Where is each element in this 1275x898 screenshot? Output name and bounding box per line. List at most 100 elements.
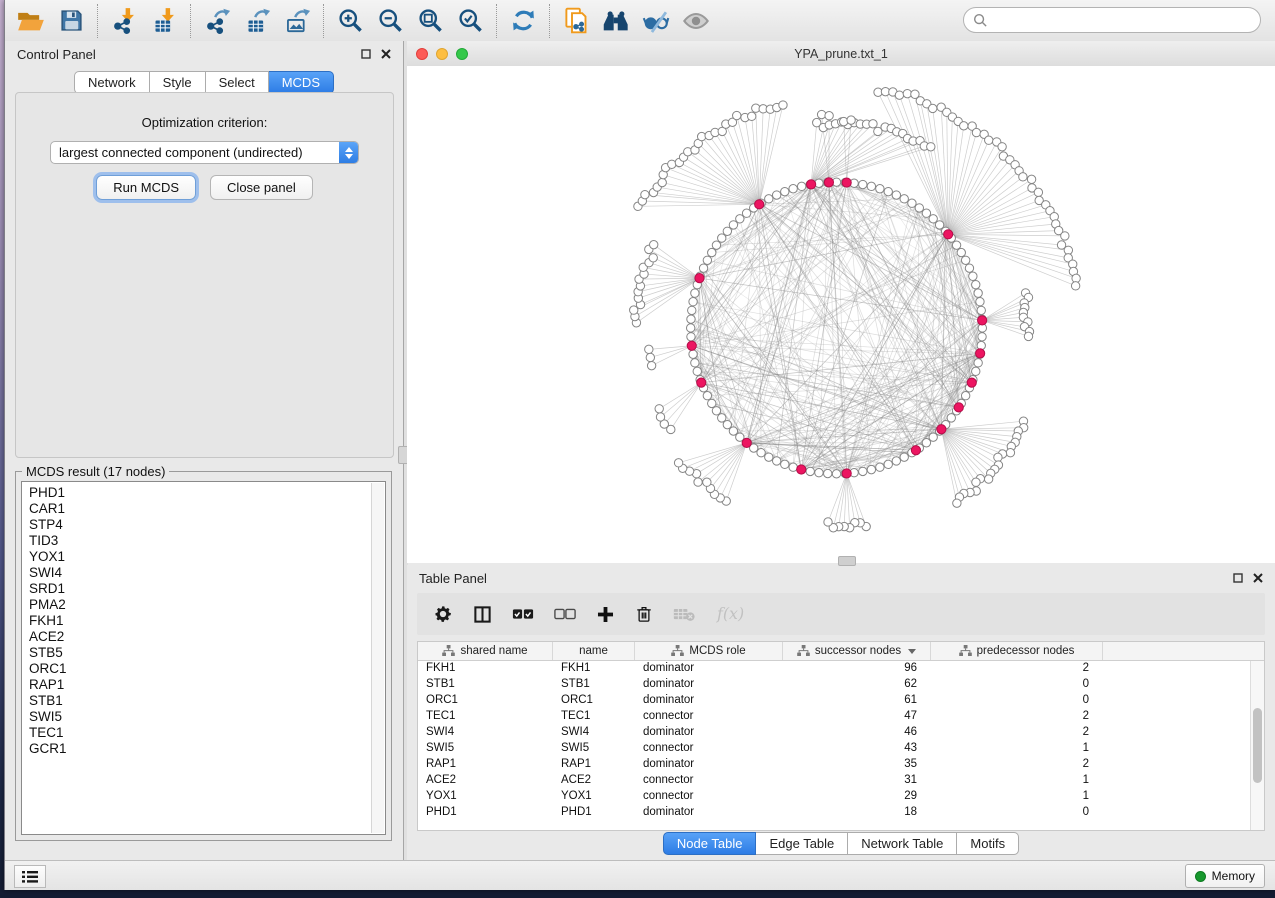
show-hide-panels-icon[interactable] bbox=[639, 5, 673, 37]
graph-hub-node[interactable] bbox=[954, 403, 963, 412]
graph-node[interactable] bbox=[892, 457, 900, 465]
tab-mcds[interactable]: MCDS bbox=[269, 71, 334, 94]
graph-leaf-node[interactable] bbox=[733, 111, 741, 119]
graph-node[interactable] bbox=[789, 185, 797, 193]
graph-node[interactable] bbox=[876, 463, 884, 471]
graph-leaf-node[interactable] bbox=[641, 190, 649, 198]
graph-node[interactable] bbox=[892, 191, 900, 199]
float-panel-icon[interactable] bbox=[1233, 573, 1243, 583]
export-table-icon[interactable] bbox=[240, 5, 274, 37]
close-panel-button[interactable]: Close panel bbox=[210, 175, 313, 200]
graph-leaf-node[interactable] bbox=[779, 101, 787, 109]
graph-node[interactable] bbox=[772, 457, 780, 465]
export-image-icon[interactable] bbox=[280, 5, 314, 37]
graph-node[interactable] bbox=[976, 298, 984, 306]
graph-leaf-node[interactable] bbox=[1061, 232, 1069, 240]
graph-node[interactable] bbox=[687, 315, 695, 323]
graph-node[interactable] bbox=[718, 414, 726, 422]
mcds-result-item[interactable]: RAP1 bbox=[29, 677, 385, 693]
search-input[interactable] bbox=[994, 12, 1251, 29]
tab-node-table[interactable]: Node Table bbox=[663, 832, 757, 855]
graph-node[interactable] bbox=[859, 467, 867, 475]
graph-leaf-node[interactable] bbox=[817, 110, 825, 118]
graph-node[interactable] bbox=[832, 470, 840, 478]
mcds-result-item[interactable]: FKH1 bbox=[29, 613, 385, 629]
graph-node[interactable] bbox=[900, 453, 908, 461]
graph-hub-node[interactable] bbox=[687, 341, 696, 350]
graph-node[interactable] bbox=[781, 460, 789, 468]
graph-leaf-node[interactable] bbox=[985, 136, 993, 144]
search-box[interactable] bbox=[963, 7, 1261, 33]
mcds-result-item[interactable]: STB1 bbox=[29, 693, 385, 709]
task-history-button[interactable] bbox=[14, 865, 46, 888]
graph-node[interactable] bbox=[965, 264, 973, 272]
graph-leaf-node[interactable] bbox=[994, 453, 1002, 461]
graph-node[interactable] bbox=[974, 289, 982, 297]
graph-node[interactable] bbox=[961, 256, 969, 264]
graph-leaf-node[interactable] bbox=[646, 353, 654, 361]
float-panel-icon[interactable] bbox=[361, 49, 371, 59]
table-row[interactable]: ACE2ACE2connector311 bbox=[418, 773, 1264, 789]
close-panel-icon[interactable] bbox=[381, 49, 391, 59]
graph-leaf-node[interactable] bbox=[668, 160, 676, 168]
table-row[interactable]: ORC1ORC1dominator610 bbox=[418, 693, 1264, 709]
graph-node[interactable] bbox=[806, 467, 814, 475]
graph-node[interactable] bbox=[686, 324, 694, 332]
mcds-result-item[interactable]: STP4 bbox=[29, 517, 385, 533]
graph-leaf-node[interactable] bbox=[1024, 332, 1032, 340]
graph-leaf-node[interactable] bbox=[655, 405, 663, 413]
table-row[interactable]: SWI5SWI5connector431 bbox=[418, 741, 1264, 757]
mcds-result-item[interactable]: CAR1 bbox=[29, 501, 385, 517]
graph-leaf-node[interactable] bbox=[984, 475, 992, 483]
add-column-icon[interactable] bbox=[596, 605, 615, 624]
search-network-icon[interactable] bbox=[599, 5, 633, 37]
graph-node[interactable] bbox=[691, 359, 699, 367]
graph-leaf-node[interactable] bbox=[847, 116, 855, 124]
graph-leaf-node[interactable] bbox=[927, 143, 935, 151]
refresh-layout-icon[interactable] bbox=[506, 5, 540, 37]
graph-node[interactable] bbox=[908, 199, 916, 207]
graph-node[interactable] bbox=[765, 195, 773, 203]
graph-leaf-node[interactable] bbox=[1071, 282, 1079, 290]
graph-leaf-node[interactable] bbox=[694, 478, 702, 486]
table-scrollbar-thumb[interactable] bbox=[1253, 708, 1262, 782]
mcds-result-item[interactable]: PMA2 bbox=[29, 597, 385, 613]
graph-node[interactable] bbox=[689, 298, 697, 306]
graph-leaf-node[interactable] bbox=[960, 122, 968, 130]
graph-node[interactable] bbox=[978, 333, 986, 341]
column-header-name[interactable]: name bbox=[553, 642, 635, 660]
close-panel-icon[interactable] bbox=[1253, 573, 1263, 583]
graph-leaf-node[interactable] bbox=[645, 345, 653, 353]
graph-node[interactable] bbox=[922, 439, 930, 447]
mcds-result-item[interactable]: PHD1 bbox=[29, 485, 385, 501]
graph-leaf-node[interactable] bbox=[649, 254, 657, 262]
graph-leaf-node[interactable] bbox=[972, 478, 980, 486]
mcds-result-item[interactable]: SWI4 bbox=[29, 565, 385, 581]
table-row[interactable]: PHD1PHD1dominator180 bbox=[418, 805, 1264, 821]
table-row[interactable]: STB1STB1dominator620 bbox=[418, 677, 1264, 693]
graph-hub-node[interactable] bbox=[755, 200, 764, 209]
graph-leaf-node[interactable] bbox=[650, 240, 658, 248]
graph-node[interactable] bbox=[952, 241, 960, 249]
graph-node[interactable] bbox=[824, 469, 832, 477]
graph-node[interactable] bbox=[915, 204, 923, 212]
graph-leaf-node[interactable] bbox=[1019, 173, 1027, 181]
mcds-result-item[interactable]: TEC1 bbox=[29, 725, 385, 741]
graph-leaf-node[interactable] bbox=[953, 499, 961, 507]
graph-node[interactable] bbox=[859, 180, 867, 188]
mcds-result-item[interactable]: STB5 bbox=[29, 645, 385, 661]
tab-style[interactable]: Style bbox=[150, 71, 206, 94]
graph-hub-node[interactable] bbox=[695, 274, 704, 283]
tab-network[interactable]: Network bbox=[74, 71, 150, 94]
graph-node[interactable] bbox=[789, 463, 797, 471]
export-network-icon[interactable] bbox=[200, 5, 234, 37]
tab-edge-table[interactable]: Edge Table bbox=[756, 832, 848, 855]
column-header-shared-name[interactable]: shared name bbox=[418, 642, 553, 660]
mcds-result-item[interactable]: SWI5 bbox=[29, 709, 385, 725]
graph-node[interactable] bbox=[691, 289, 699, 297]
criterion-select[interactable]: largest connected component (undirected) bbox=[50, 141, 359, 164]
graph-node[interactable] bbox=[974, 359, 982, 367]
mcds-result-item[interactable]: SRD1 bbox=[29, 581, 385, 597]
mcds-result-item[interactable]: ACE2 bbox=[29, 629, 385, 645]
table-scrollbar[interactable] bbox=[1250, 661, 1264, 830]
